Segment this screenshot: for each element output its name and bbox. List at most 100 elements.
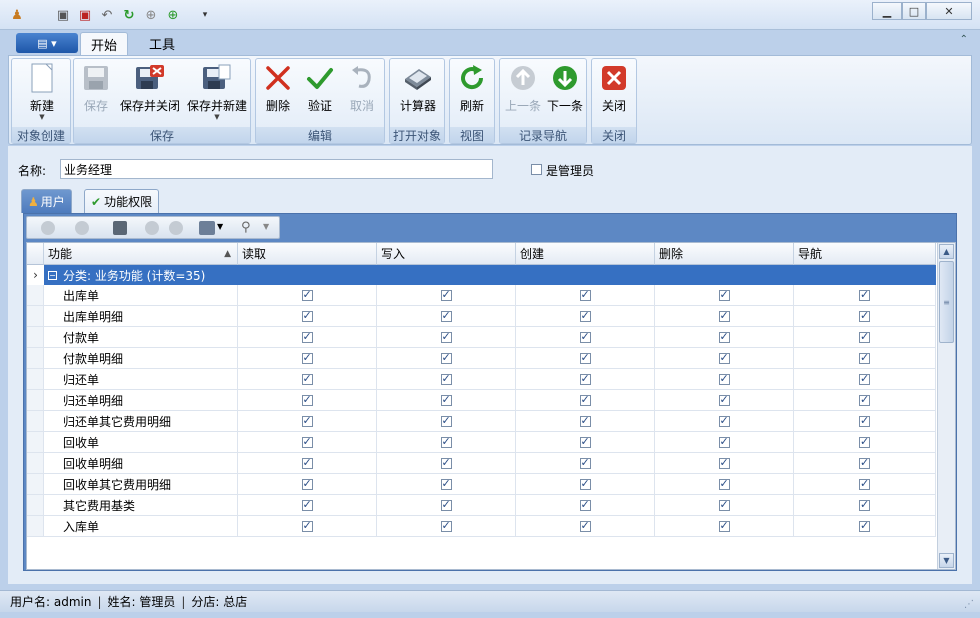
refresh-icon[interactable]: ↻ [120,6,138,24]
row-indicator[interactable] [27,453,44,473]
permission-checkbox[interactable] [718,414,730,427]
row-indicator[interactable] [27,474,44,494]
permission-checkbox[interactable] [718,309,730,322]
resize-grip-icon[interactable]: ⋰ [964,599,974,610]
new-button[interactable]: 新建 ▼ [18,63,66,123]
permission-checkbox[interactable] [718,372,730,385]
permission-cell-read[interactable] [238,306,377,326]
permission-checkbox[interactable] [859,309,870,322]
permission-cell-create[interactable] [516,495,655,515]
table-row[interactable]: 回收单 [27,432,936,453]
function-name-cell[interactable]: 回收单 [44,432,238,452]
close-button[interactable]: 关闭 [594,63,634,123]
permission-checkbox[interactable] [301,435,313,448]
permission-checkbox[interactable] [718,435,730,448]
permission-checkbox[interactable] [579,393,591,406]
permission-checkbox[interactable] [859,435,870,448]
permission-checkbox[interactable] [859,414,870,427]
function-name-cell[interactable]: 归还单 [44,369,238,389]
permission-checkbox[interactable] [718,330,730,343]
permission-cell-nav[interactable] [794,285,936,305]
function-name-cell[interactable]: 回收单明细 [44,453,238,473]
permission-cell-create[interactable] [516,453,655,473]
permission-checkbox[interactable] [301,393,313,406]
table-row[interactable]: 回收单其它费用明细 [27,474,936,495]
permission-checkbox[interactable] [718,288,730,301]
customize-quick-access-icon[interactable]: ▾ [196,6,214,24]
collapse-group-icon[interactable]: − [48,270,57,280]
permission-cell-create[interactable] [516,285,655,305]
previous-icon[interactable] [145,221,159,235]
permission-checkbox[interactable] [579,519,591,532]
table-row[interactable]: 归还单其它费用明细 [27,411,936,432]
permission-cell-write[interactable] [377,369,516,389]
permission-cell-delete[interactable] [655,327,794,347]
previous-record-button[interactable]: 上一条 [502,63,544,123]
permission-checkbox[interactable] [859,477,870,490]
permission-checkbox[interactable] [440,477,452,490]
permission-checkbox[interactable] [301,351,313,364]
table-row[interactable]: 归还单明细 [27,390,936,411]
permission-cell-delete[interactable] [655,348,794,368]
permission-checkbox[interactable] [301,498,313,511]
permission-checkbox[interactable] [440,456,452,469]
permission-checkbox[interactable] [579,330,591,343]
permission-checkbox[interactable] [579,372,591,385]
permission-cell-delete[interactable] [655,285,794,305]
permission-checkbox[interactable] [859,288,870,301]
table-row[interactable]: 付款单明细 [27,348,936,369]
permission-checkbox[interactable] [440,351,452,364]
table-row[interactable]: 回收单明细 [27,453,936,474]
permission-checkbox[interactable] [440,288,452,301]
delete-button[interactable]: 删除 [258,63,298,123]
permission-cell-read[interactable] [238,474,377,494]
save-new-button[interactable]: 保存并新建 ▼ [184,63,250,123]
permission-cell-create[interactable] [516,348,655,368]
permission-cell-create[interactable] [516,369,655,389]
permission-checkbox[interactable] [440,309,452,322]
calculator-button[interactable]: 计算器 [394,63,442,123]
function-name-cell[interactable]: 付款单明细 [44,348,238,368]
function-name-cell[interactable]: 回收单其它费用明细 [44,474,238,494]
permission-cell-write[interactable] [377,495,516,515]
permission-cell-write[interactable] [377,306,516,326]
next-icon[interactable] [169,221,183,235]
permission-checkbox[interactable] [301,288,313,301]
table-row[interactable]: 出库单明细 [27,306,936,327]
row-indicator[interactable] [27,306,44,326]
permission-checkbox[interactable] [440,393,452,406]
permission-checkbox[interactable] [440,498,452,511]
permission-cell-nav[interactable] [794,369,936,389]
permission-cell-create[interactable] [516,411,655,431]
permission-checkbox[interactable] [859,456,870,469]
permission-cell-delete[interactable] [655,306,794,326]
permission-checkbox[interactable] [859,393,870,406]
tab-tools[interactable]: 工具 [138,32,186,55]
tab-permissions[interactable]: ✔ 功能权限 [84,189,160,213]
row-indicator[interactable] [27,432,44,452]
permission-cell-nav[interactable] [794,327,936,347]
permission-cell-read[interactable] [238,285,377,305]
permission-cell-create[interactable] [516,327,655,347]
application-menu-button[interactable]: ▤ ▾ [16,33,78,53]
permission-cell-nav[interactable] [794,411,936,431]
permission-checkbox[interactable] [440,330,452,343]
permission-checkbox[interactable] [440,435,452,448]
permission-cell-read[interactable] [238,453,377,473]
permission-cell-write[interactable] [377,327,516,347]
function-name-cell[interactable]: 出库单 [44,285,238,305]
permission-checkbox[interactable] [579,309,591,322]
column-header-navigation[interactable]: 导航 [794,243,936,265]
permission-cell-read[interactable] [238,369,377,389]
permission-checkbox[interactable] [301,309,313,322]
minimize-button[interactable]: ▁ [872,2,902,20]
permission-checkbox[interactable] [718,393,730,406]
permission-cell-nav[interactable] [794,390,936,410]
name-input[interactable] [60,159,493,179]
check-icon[interactable] [41,221,55,235]
scroll-thumb[interactable]: ≡ [939,261,954,343]
table-row[interactable]: 付款单 [27,327,936,348]
maximize-button[interactable]: □ [902,2,926,20]
permission-checkbox[interactable] [579,456,591,469]
permission-checkbox[interactable] [859,372,870,385]
